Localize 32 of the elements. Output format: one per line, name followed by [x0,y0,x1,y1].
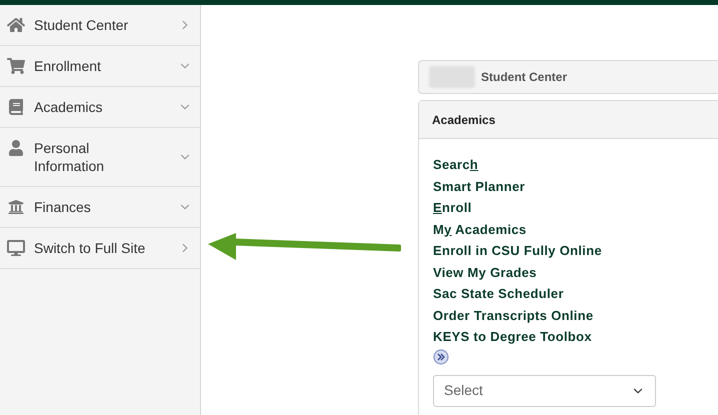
monitor-icon [7,240,25,256]
academics-link[interactable]: My Academics [433,218,526,240]
sidebar-item[interactable]: Personal Information [0,128,200,187]
academics-link[interactable]: Order Transcripts Online [433,304,594,326]
select-placeholder: Select [444,381,483,400]
sidebar-label: Student Center [34,16,130,34]
sidebar-label: Academics [34,98,104,116]
academics-link[interactable]: KEYS to Degree Toolbox [433,326,592,348]
academics-link[interactable]: Enroll [433,197,472,218]
academics-link[interactable]: Sac State Scheduler [433,283,564,304]
sidebar-item[interactable]: Switch to Full Site [0,228,200,269]
academics-link[interactable]: Smart Planner [433,176,526,197]
academics-link[interactable]: Search [433,154,478,176]
cart-icon [7,58,25,74]
academics-link[interactable]: View My Grades [433,262,537,283]
person-icon [7,140,25,156]
house-icon [7,17,25,33]
panel-title: Academics [432,112,496,128]
sidebar-item[interactable]: Academics [0,87,200,128]
double-chevron-icon[interactable] [433,348,449,364]
select-dropdown[interactable]: Select [433,374,656,406]
sidebar-item[interactable]: Finances [0,187,200,228]
sidebar-label: Enrollment [34,57,102,75]
sidebar-label: Switch to Full Site [34,239,146,257]
academics-link[interactable]: Enroll in CSU Fully Online [433,240,602,262]
book-icon [7,99,25,115]
breadcrumb-title: Student Center [481,69,568,86]
sidebar-label: Personal Information [34,139,106,175]
bank-icon [7,199,25,215]
sidebar-item[interactable]: Student Center [0,5,200,46]
sidebar-item[interactable]: Enrollment [0,46,200,87]
sidebar-label: Finances [34,198,92,216]
